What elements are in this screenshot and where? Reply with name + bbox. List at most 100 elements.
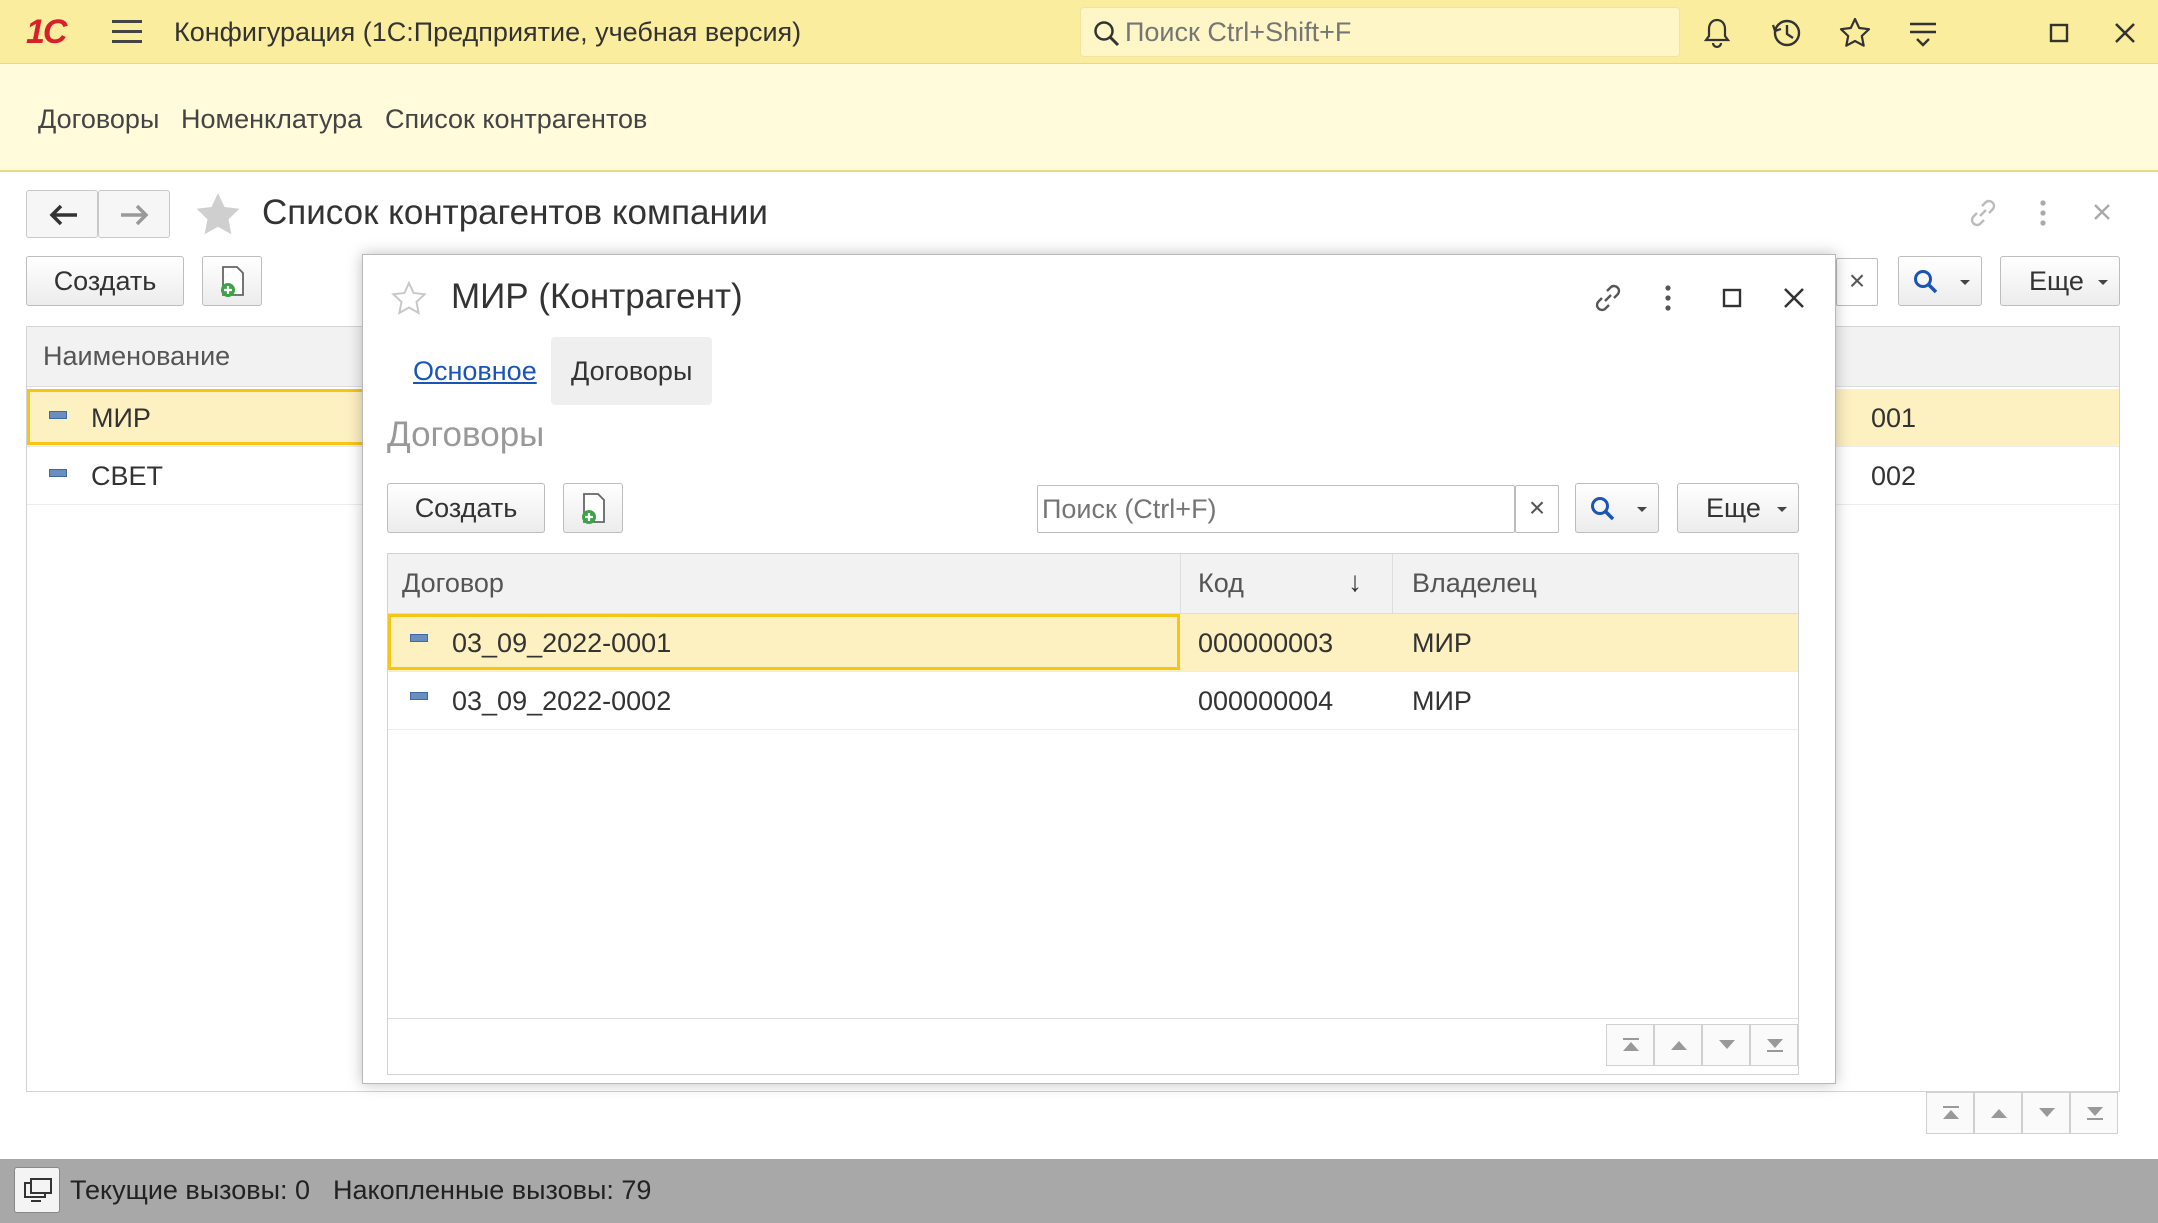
row-name: МИР — [91, 403, 151, 433]
cell-code: 000000003 — [1198, 628, 1334, 658]
pager-last-icon — [2087, 1107, 2103, 1120]
cell-code: 000000004 — [1198, 686, 1334, 716]
column-divider — [1180, 554, 1181, 614]
star-icon[interactable] — [1838, 16, 1872, 50]
title-bar: 1С Конфигурация (1С:Предприятие, учебная… — [0, 0, 2158, 64]
cell-contract: 03_09_2022-0002 — [452, 686, 672, 716]
create-button[interactable]: Создать — [26, 256, 184, 306]
performance-button[interactable] — [14, 1167, 60, 1213]
back-arrow-icon — [49, 204, 77, 226]
table-row[interactable]: 03_09_2022-0001 000000003 МИР — [388, 614, 1798, 672]
menu-icon[interactable] — [112, 20, 142, 44]
pager-down-icon — [1719, 1040, 1735, 1049]
row-marker-icon — [49, 411, 67, 419]
favorite-star-icon[interactable] — [391, 281, 427, 315]
cell-owner: МИР — [1412, 628, 1472, 658]
app-logo: 1С — [26, 13, 67, 51]
add-copy-button[interactable] — [202, 256, 262, 306]
global-search[interactable] — [1080, 7, 1680, 57]
close-icon[interactable] — [1779, 283, 1809, 313]
selected-cell-frame — [27, 389, 377, 445]
table-bottom-divider — [388, 1018, 1798, 1019]
app-title: Конфигурация (1С:Предприятие, учебная ве… — [174, 17, 802, 47]
chevron-down-icon — [2098, 280, 2108, 285]
pager-down-button[interactable] — [1702, 1024, 1750, 1066]
row-marker-icon — [49, 469, 67, 477]
add-copy-icon — [582, 493, 605, 524]
search-icon — [1094, 21, 1120, 47]
chevron-down-icon — [1960, 280, 1970, 285]
modal-add-copy-button[interactable] — [563, 483, 623, 533]
forward-arrow-icon — [121, 204, 149, 226]
pager-down-icon — [2039, 1108, 2055, 1117]
column-divider — [1392, 554, 1393, 614]
section-panel: Договоры Номенклатура Список контрагенто… — [0, 64, 2158, 172]
column-header-owner[interactable]: Владелец — [1412, 568, 1537, 599]
close-icon[interactable] — [2108, 16, 2142, 50]
current-calls: Текущие вызовы: 0 — [70, 1175, 311, 1205]
contracts-table[interactable]: Договор Код ↓ Владелец 03_09_2022-0001 0… — [387, 553, 1799, 1075]
global-search-input[interactable] — [1125, 14, 1665, 50]
section-link-nomenclature[interactable]: Номенклатура — [181, 104, 362, 135]
chevron-down-icon — [1637, 507, 1647, 512]
monitor-icon — [24, 1178, 52, 1202]
search-icon — [1591, 497, 1615, 521]
pager-first-button[interactable] — [1926, 1092, 1974, 1134]
table-row[interactable]: 03_09_2022-0002 000000004 МИР — [388, 672, 1798, 730]
pager-first-button[interactable] — [1606, 1024, 1654, 1066]
column-header-code[interactable]: Код — [1198, 568, 1244, 599]
modal-create-button[interactable]: Создать — [387, 483, 545, 533]
pager-last-button[interactable] — [1750, 1024, 1798, 1066]
back-button[interactable] — [26, 190, 98, 238]
maximize-icon[interactable] — [2042, 16, 2076, 50]
maximize-icon[interactable] — [1717, 283, 1747, 313]
cell-owner: МИР — [1412, 686, 1472, 716]
pager-last-icon — [1767, 1039, 1783, 1052]
row-marker-icon — [410, 692, 428, 700]
row-marker-icon — [410, 634, 428, 642]
link-icon[interactable] — [1966, 196, 2000, 230]
history-icon[interactable] — [1770, 16, 1804, 50]
modal-search-clear-button[interactable]: × — [1515, 485, 1559, 533]
modal-search-input[interactable] — [1038, 486, 1514, 532]
main-search-button[interactable] — [1898, 256, 1982, 306]
modal-more-label: Еще — [1706, 493, 1761, 523]
modal-search-field[interactable] — [1037, 485, 1515, 533]
table-header: Договор Код ↓ Владелец — [388, 554, 1798, 614]
accumulated-calls: Накопленные вызовы: 79 — [333, 1175, 652, 1205]
forward-button[interactable] — [98, 190, 170, 238]
pager-up-icon — [1991, 1109, 2007, 1118]
counterparty-modal: МИР (Контрагент) Основное Договоры Догов… — [362, 254, 1836, 1084]
modal-more-button[interactable]: Еще — [1677, 483, 1799, 533]
row-code: 001 — [1871, 403, 1917, 433]
pager-up-button[interactable] — [1974, 1092, 2022, 1134]
column-header-contract[interactable]: Договор — [402, 568, 504, 599]
more-vertical-icon[interactable] — [1655, 283, 1681, 313]
pager-last-button[interactable] — [2070, 1092, 2118, 1134]
link-icon[interactable] — [1591, 281, 1625, 315]
modal-title: МИР (Контрагент) — [451, 277, 743, 316]
status-bar: Текущие вызовы: 0 Накопленные вызовы: 79 — [0, 1159, 2158, 1223]
main-more-button[interactable]: Еще — [2000, 256, 2120, 306]
pager-up-button[interactable] — [1654, 1024, 1702, 1066]
add-copy-icon — [221, 266, 244, 297]
favorite-star-icon[interactable] — [194, 191, 242, 237]
column-header-name[interactable]: Наименование — [43, 341, 230, 372]
more-vertical-icon[interactable] — [2030, 198, 2056, 228]
main-more-label: Еще — [2029, 266, 2084, 296]
row-name: СВЕТ — [91, 461, 164, 491]
main-search-clear-button[interactable]: × — [1836, 258, 1878, 306]
group-title: Договоры — [387, 415, 545, 454]
section-link-contracts[interactable]: Договоры — [38, 104, 159, 135]
panel-settings-icon[interactable] — [1906, 16, 1940, 50]
section-link-counterparties[interactable]: Список контрагентов — [385, 104, 647, 135]
sort-desc-icon: ↓ — [1348, 566, 1362, 597]
close-form-icon[interactable] — [2090, 200, 2114, 224]
modal-search-button[interactable] — [1575, 483, 1659, 533]
bell-icon[interactable] — [1700, 16, 1734, 50]
pager-down-button[interactable] — [2022, 1092, 2070, 1134]
pager-up-icon — [1671, 1041, 1687, 1050]
pager-first-icon — [1623, 1038, 1639, 1051]
tab-main[interactable]: Основное — [393, 337, 557, 405]
tab-contracts[interactable]: Договоры — [551, 337, 713, 405]
